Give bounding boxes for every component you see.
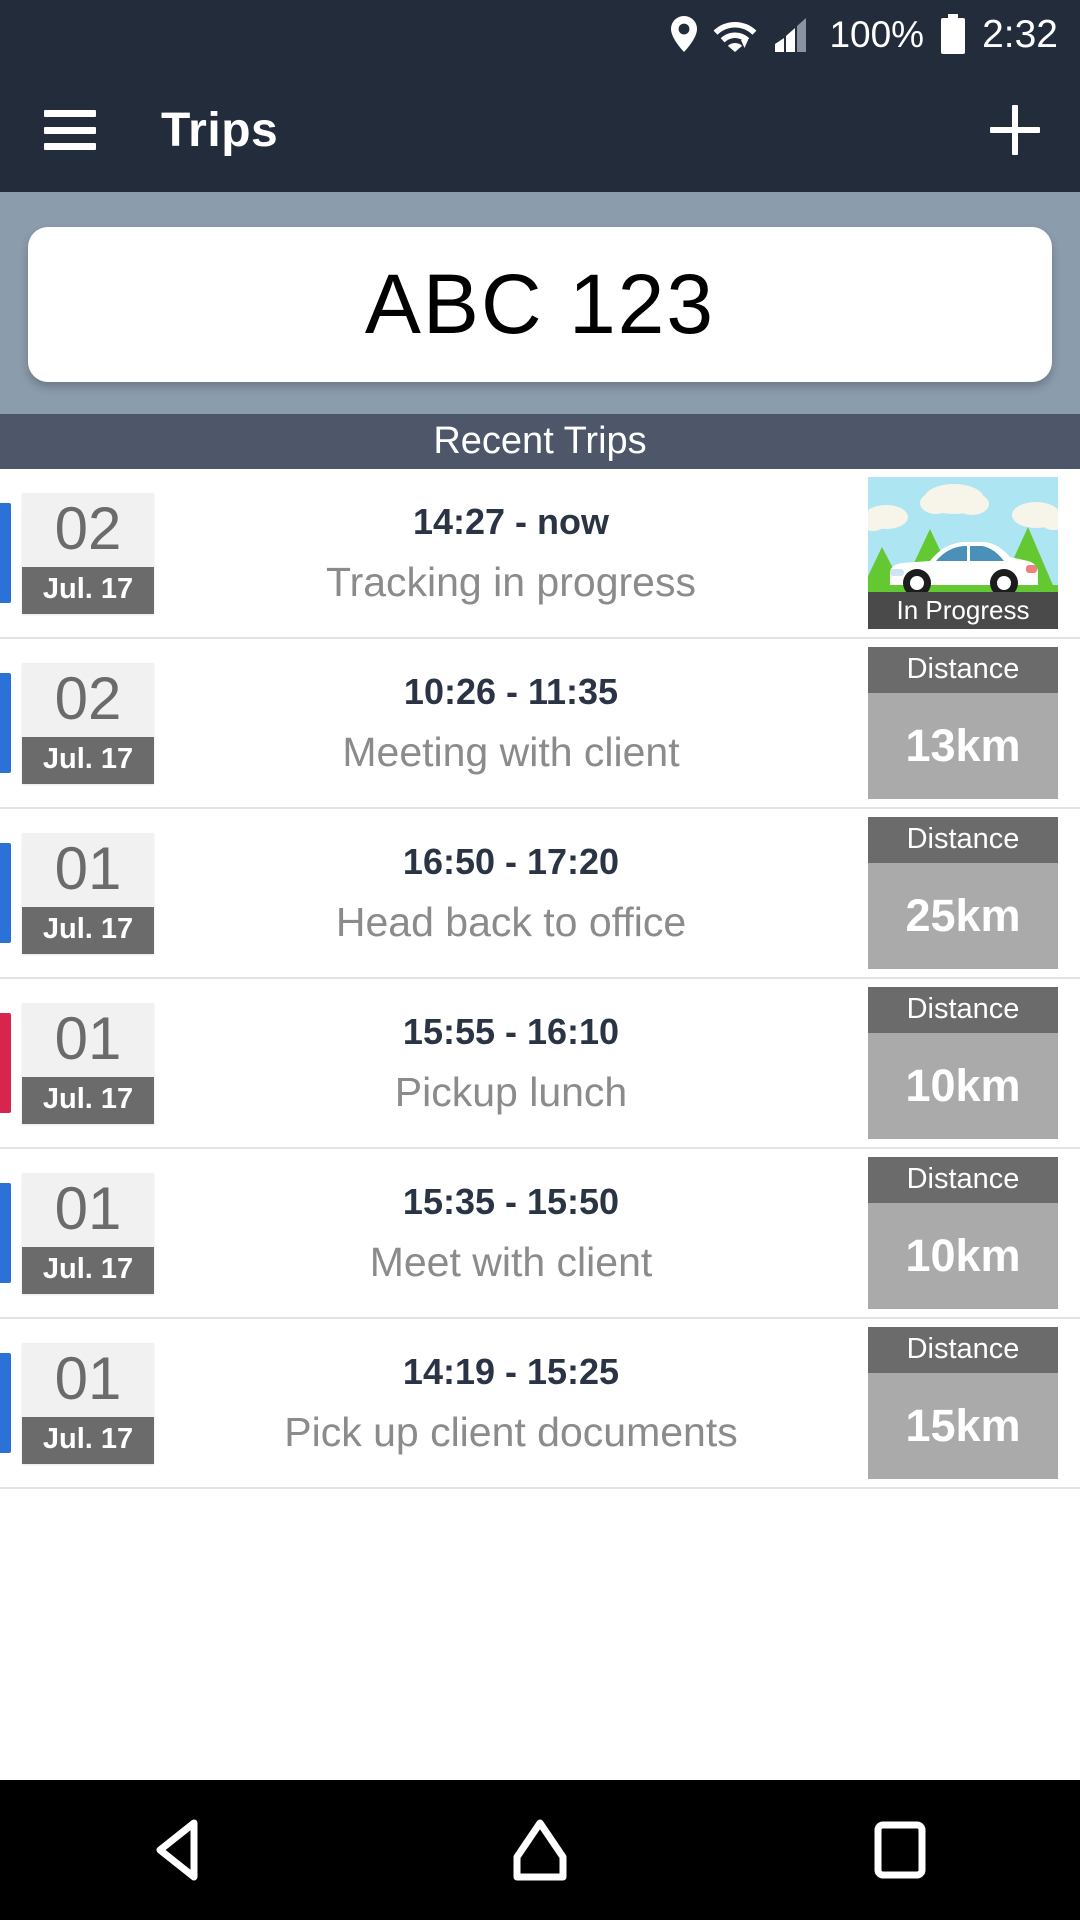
back-triangle-icon[interactable] xyxy=(105,1800,255,1900)
plus-icon[interactable] xyxy=(984,99,1046,161)
trip-description: Pickup lunch xyxy=(394,1068,628,1115)
distance-value: 25km xyxy=(905,890,1021,941)
trip-details: 14:19 - 15:25 Pick up client documents xyxy=(154,1351,868,1456)
date-day: 01 xyxy=(22,1002,154,1077)
trip-right-slot: Distance 25km xyxy=(868,817,1058,969)
trip-time-range: 10:26 - 11:35 xyxy=(403,670,619,712)
date-badge: 02 Jul. 17 xyxy=(22,492,154,614)
app-bar: Trips xyxy=(0,68,1080,192)
date-month: Jul. 17 xyxy=(22,736,154,784)
trip-right-slot: Distance 10km xyxy=(868,987,1058,1139)
trip-time-range: 14:27 - now xyxy=(412,500,610,542)
trip-description: Meet with client xyxy=(369,1238,653,1285)
vehicle-plate-value: ABC 123 xyxy=(364,257,716,351)
date-badge: 01 Jul. 17 xyxy=(22,832,154,954)
table-row[interactable]: 02 Jul. 17 14:27 - now Tracking in progr… xyxy=(0,469,1080,639)
date-badge: 01 Jul. 17 xyxy=(22,1342,154,1464)
date-day: 02 xyxy=(22,662,154,737)
date-month: Jul. 17 xyxy=(22,1416,154,1464)
distance-value-box: 15km xyxy=(868,1373,1058,1479)
row-accent-bar xyxy=(0,1353,11,1453)
battery-full-icon xyxy=(940,14,966,54)
date-day: 02 xyxy=(22,492,154,567)
trip-time-range: 15:35 - 15:50 xyxy=(402,1180,620,1222)
row-accent-bar xyxy=(0,673,11,773)
distance-label: Distance xyxy=(868,817,1058,863)
distance-value-box: 10km xyxy=(868,1033,1058,1139)
date-badge: 02 Jul. 17 xyxy=(22,662,154,784)
trip-details: 15:35 - 15:50 Meet with client xyxy=(154,1181,868,1286)
trip-right-slot: Distance 10km xyxy=(868,1157,1058,1309)
recent-trips-label: Recent Trips xyxy=(433,420,647,462)
row-accent-bar xyxy=(0,1183,11,1283)
distance-value-box: 13km xyxy=(868,693,1058,799)
location-pin-icon xyxy=(671,16,698,52)
distance-label: Distance xyxy=(868,1327,1058,1373)
table-row[interactable]: 01 Jul. 17 15:35 - 15:50 Meet with clien… xyxy=(0,1149,1080,1319)
date-day: 01 xyxy=(22,832,154,907)
trip-right-slot: Distance 13km xyxy=(868,647,1058,799)
trip-time-range: 16:50 - 17:20 xyxy=(402,840,620,882)
row-accent-bar xyxy=(0,1013,11,1113)
distance-label: Distance xyxy=(868,1157,1058,1203)
distance-label: Distance xyxy=(868,987,1058,1033)
distance-label: Distance xyxy=(868,647,1058,693)
trip-description: Pick up client documents xyxy=(284,1408,738,1455)
date-day: 01 xyxy=(22,1342,154,1417)
trip-description: Tracking in progress xyxy=(326,558,696,605)
cellular-signal-icon xyxy=(773,16,813,52)
date-month: Jul. 17 xyxy=(22,1246,154,1294)
status-bar: 100% 2:32 xyxy=(0,0,1080,68)
trip-details: 10:26 - 11:35 Meeting with client xyxy=(154,671,868,776)
battery-percent-label: 100% xyxy=(829,13,925,55)
date-month: Jul. 17 xyxy=(22,566,154,614)
vehicle-plate-card[interactable]: ABC 123 xyxy=(28,227,1052,382)
date-month: Jul. 17 xyxy=(22,906,154,954)
trip-right-slot: Distance 15km xyxy=(868,1327,1058,1479)
table-row[interactable]: 01 Jul. 17 16:50 - 17:20 Head back to of… xyxy=(0,809,1080,979)
wifi-icon xyxy=(713,16,757,52)
trip-details: 15:55 - 16:10 Pickup lunch xyxy=(154,1011,868,1116)
android-navigation-bar xyxy=(0,1780,1080,1920)
trip-details: 16:50 - 17:20 Head back to office xyxy=(154,841,868,946)
hamburger-menu-icon[interactable] xyxy=(44,110,96,150)
date-month: Jul. 17 xyxy=(22,1076,154,1124)
table-row[interactable]: 01 Jul. 17 14:19 - 15:25 Pick up client … xyxy=(0,1319,1080,1489)
distance-value-box: 10km xyxy=(868,1203,1058,1309)
distance-value-box: 25km xyxy=(868,863,1058,969)
trip-time-range: 15:55 - 16:10 xyxy=(402,1010,620,1052)
trip-list[interactable]: 02 Jul. 17 14:27 - now Tracking in progr… xyxy=(0,469,1080,1780)
home-icon[interactable] xyxy=(465,1800,615,1900)
trip-right-slot: In Progress xyxy=(868,477,1058,629)
trip-description: Meeting with client xyxy=(342,728,680,775)
distance-value: 10km xyxy=(905,1230,1021,1281)
trip-details: 14:27 - now Tracking in progress xyxy=(154,501,868,606)
date-badge: 01 Jul. 17 xyxy=(22,1172,154,1294)
trip-time-range: 14:19 - 15:25 xyxy=(402,1350,620,1392)
date-day: 01 xyxy=(22,1172,154,1247)
trip-status-badge: In Progress xyxy=(868,592,1058,629)
phone-screen: 100% 2:32 Trips ABC 123 Recent Trips 02 … xyxy=(0,0,1080,1920)
status-clock: 2:32 xyxy=(982,12,1058,56)
trip-description: Head back to office xyxy=(335,898,687,945)
distance-value: 15km xyxy=(905,1400,1021,1451)
vehicle-plate-banner: ABC 123 xyxy=(0,192,1080,414)
page-title: Trips xyxy=(161,103,279,157)
date-badge: 01 Jul. 17 xyxy=(22,1002,154,1124)
recents-square-icon[interactable] xyxy=(825,1800,975,1900)
recent-trips-header: Recent Trips xyxy=(0,414,1080,469)
car-landscape-illustration[interactable]: In Progress xyxy=(868,477,1058,629)
row-accent-bar xyxy=(0,503,11,603)
distance-value: 13km xyxy=(905,720,1021,771)
table-row[interactable]: 01 Jul. 17 15:55 - 16:10 Pickup lunch Di… xyxy=(0,979,1080,1149)
table-row[interactable]: 02 Jul. 17 10:26 - 11:35 Meeting with cl… xyxy=(0,639,1080,809)
distance-value: 10km xyxy=(905,1060,1021,1111)
row-accent-bar xyxy=(0,843,11,943)
